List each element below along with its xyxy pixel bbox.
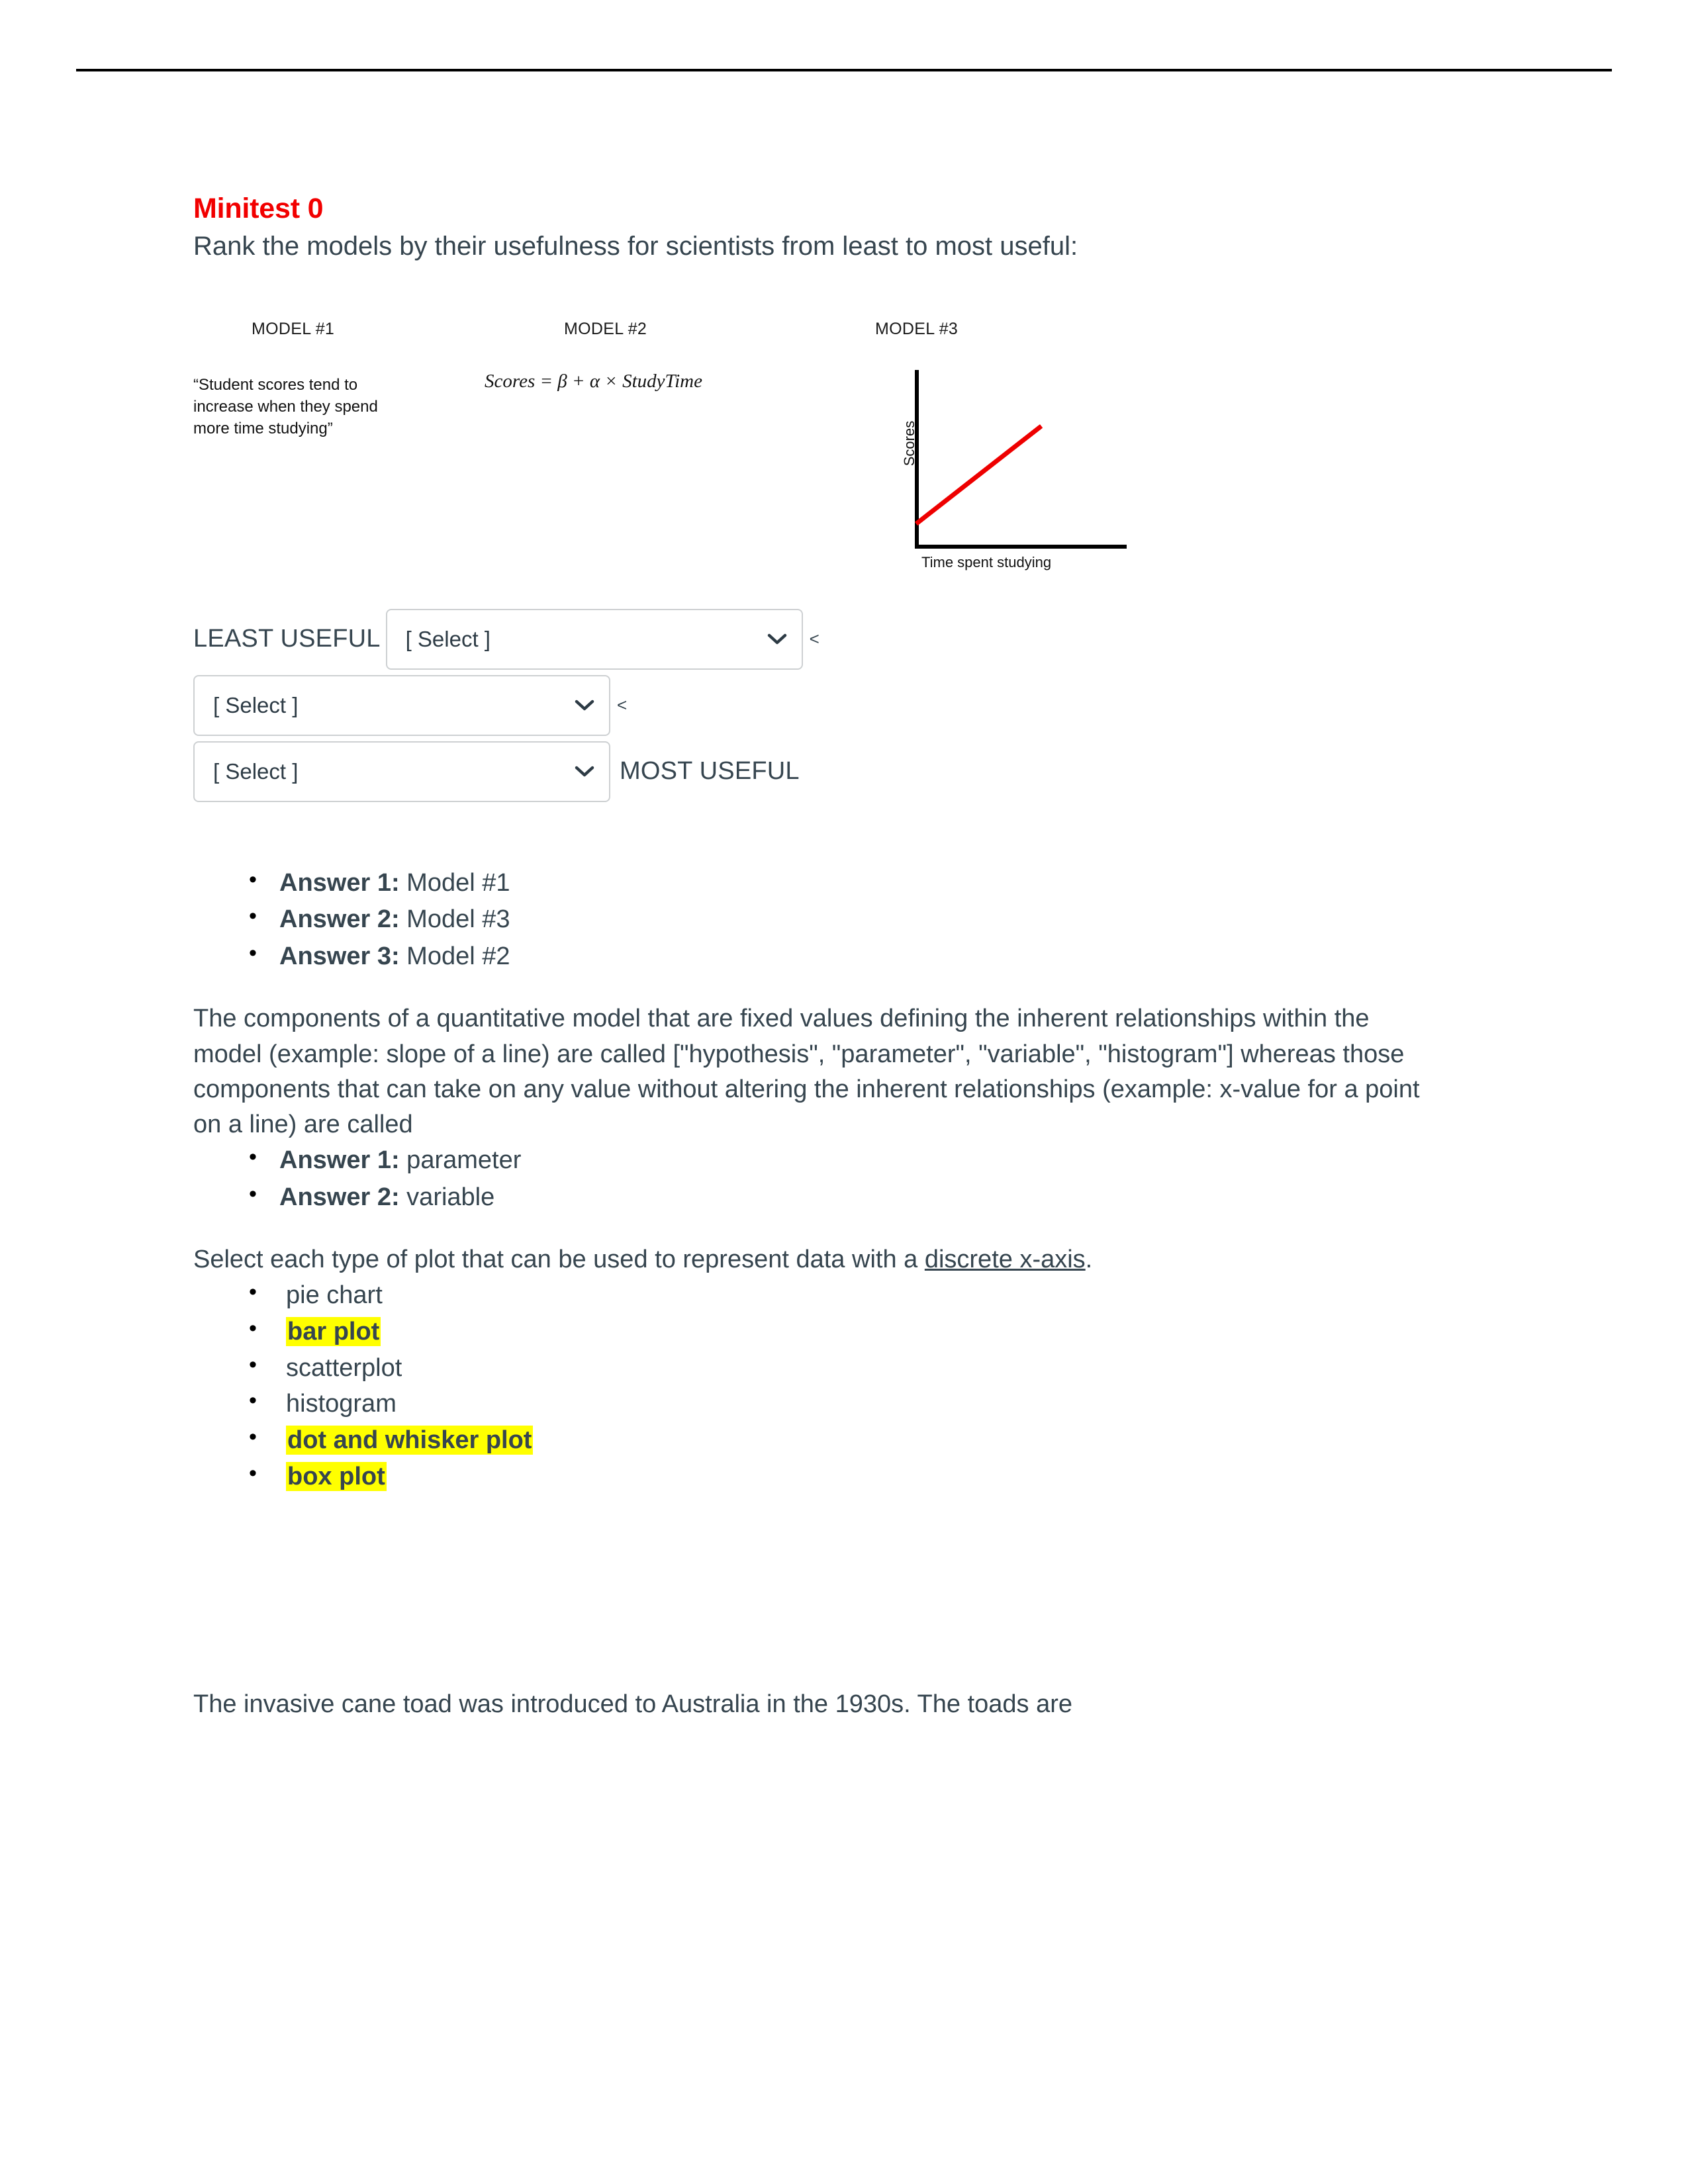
chevron-down-icon	[575, 700, 594, 711]
chevron-down-icon	[767, 633, 787, 645]
ranking-prompt: Rank the models by their usefulness for …	[193, 231, 1078, 261]
plot-options-list: pie chart bar plot scatterplot histogram…	[193, 1276, 1511, 1495]
plot-x-axis	[915, 544, 1127, 549]
ranking-answers-list: Answer 1: Model #1 Answer 2: Model #3 An…	[193, 864, 1511, 975]
plot-prompt-after: .	[1085, 1246, 1093, 1274]
list-item: Answer 3: Model #2	[249, 937, 1511, 975]
model-1-description: “Student scores tend to increase when th…	[193, 375, 378, 438]
model-1-heading: MODEL #1	[252, 319, 335, 338]
list-item[interactable]: histogram	[249, 1385, 1511, 1422]
rank-select-3-value: [ Select ]	[213, 758, 299, 784]
plot-option-label: box plot	[286, 1461, 387, 1491]
page-title: Minitest 0	[193, 193, 324, 224]
list-item: Answer 2: Model #3	[249, 900, 1511, 938]
ranking-row-2: [ Select ] <	[193, 674, 1120, 736]
list-item[interactable]: dot and whisker plot	[249, 1421, 1511, 1459]
rank-select-3[interactable]: [ Select ]	[193, 741, 610, 802]
list-item[interactable]: scatterplot	[249, 1349, 1511, 1387]
ranking-row-3: [ Select ] MOST USEFUL	[193, 741, 1120, 802]
answer-key: Answer 3:	[279, 942, 400, 970]
rank-select-2[interactable]: [ Select ]	[193, 674, 610, 736]
plot-option-label: pie chart	[286, 1281, 383, 1310]
plot-option-label: scatterplot	[286, 1353, 402, 1382]
answer-key: Answer 2:	[279, 1183, 400, 1211]
answer-value: Model #1	[399, 868, 510, 897]
plot-question-prompt: Select each type of plot that can be use…	[193, 1242, 1431, 1277]
answer-value: parameter	[399, 1146, 522, 1175]
ranking-controls: LEAST USEFUL [ Select ] < [ Select ] < […	[193, 608, 1120, 802]
answer-value: variable	[399, 1183, 495, 1211]
plot-trend-line	[914, 424, 1043, 526]
comparator-1: <	[809, 629, 820, 649]
answer-key: Answer 2:	[279, 905, 400, 934]
parameter-question-paragraph: The components of a quantitative model t…	[193, 1005, 1420, 1138]
answer-value: Model #2	[399, 942, 510, 970]
document-content: Minitest 0 Rank the models by their usef…	[193, 192, 1511, 1722]
plot-x-axis-label: Time spent studying	[921, 553, 1052, 570]
list-item[interactable]: box plot	[249, 1457, 1511, 1495]
answer-key: Answer 1:	[279, 1146, 400, 1175]
plot-option-label: bar plot	[286, 1316, 381, 1346]
answer-value: Model #3	[399, 905, 510, 934]
comparator-2: <	[617, 695, 628, 715]
model-2-formula: Scores = β + α × StudyTime	[485, 370, 702, 392]
model-3-heading: MODEL #3	[875, 319, 959, 338]
list-item: Answer 2: variable	[249, 1178, 1511, 1216]
model-2-heading: MODEL #2	[564, 319, 647, 338]
rank-select-2-value: [ Select ]	[213, 692, 299, 717]
cane-toad-paragraph: The invasive cane toad was introduced to…	[193, 1690, 1073, 1718]
header-divider	[76, 69, 1612, 71]
answer-key: Answer 1:	[279, 868, 400, 897]
list-item: Answer 1: Model #1	[249, 864, 1511, 901]
rank-select-1[interactable]: [ Select ]	[385, 608, 803, 670]
models-figure: MODEL #1 MODEL #2 MODEL #3 “Student scor…	[193, 304, 1226, 582]
chevron-down-icon	[575, 766, 594, 778]
plot-prompt-before: Select each type of plot that can be use…	[193, 1246, 925, 1274]
list-item: Answer 1: parameter	[249, 1141, 1511, 1179]
list-item[interactable]: bar plot	[249, 1312, 1511, 1350]
plot-option-label: histogram	[286, 1390, 397, 1418]
plot-y-axis-label: Scores	[901, 420, 917, 467]
page-canvas: Minitest 0 Rank the models by their usef…	[0, 0, 1688, 2184]
parameter-answers-list: Answer 1: parameter Answer 2: variable	[193, 1141, 1511, 1216]
list-item[interactable]: pie chart	[249, 1276, 1511, 1314]
most-useful-label: MOST USEFUL	[620, 757, 800, 786]
plot-option-label: dot and whisker plot	[286, 1426, 534, 1455]
plot-prompt-underlined: discrete x-axis	[924, 1246, 1086, 1274]
least-useful-label: LEAST USEFUL	[193, 625, 381, 653]
ranking-row-1: LEAST USEFUL [ Select ] <	[193, 608, 1120, 670]
model-3-plot: Scores Time spent studying	[855, 361, 1140, 579]
rank-select-1-value: [ Select ]	[405, 626, 491, 651]
